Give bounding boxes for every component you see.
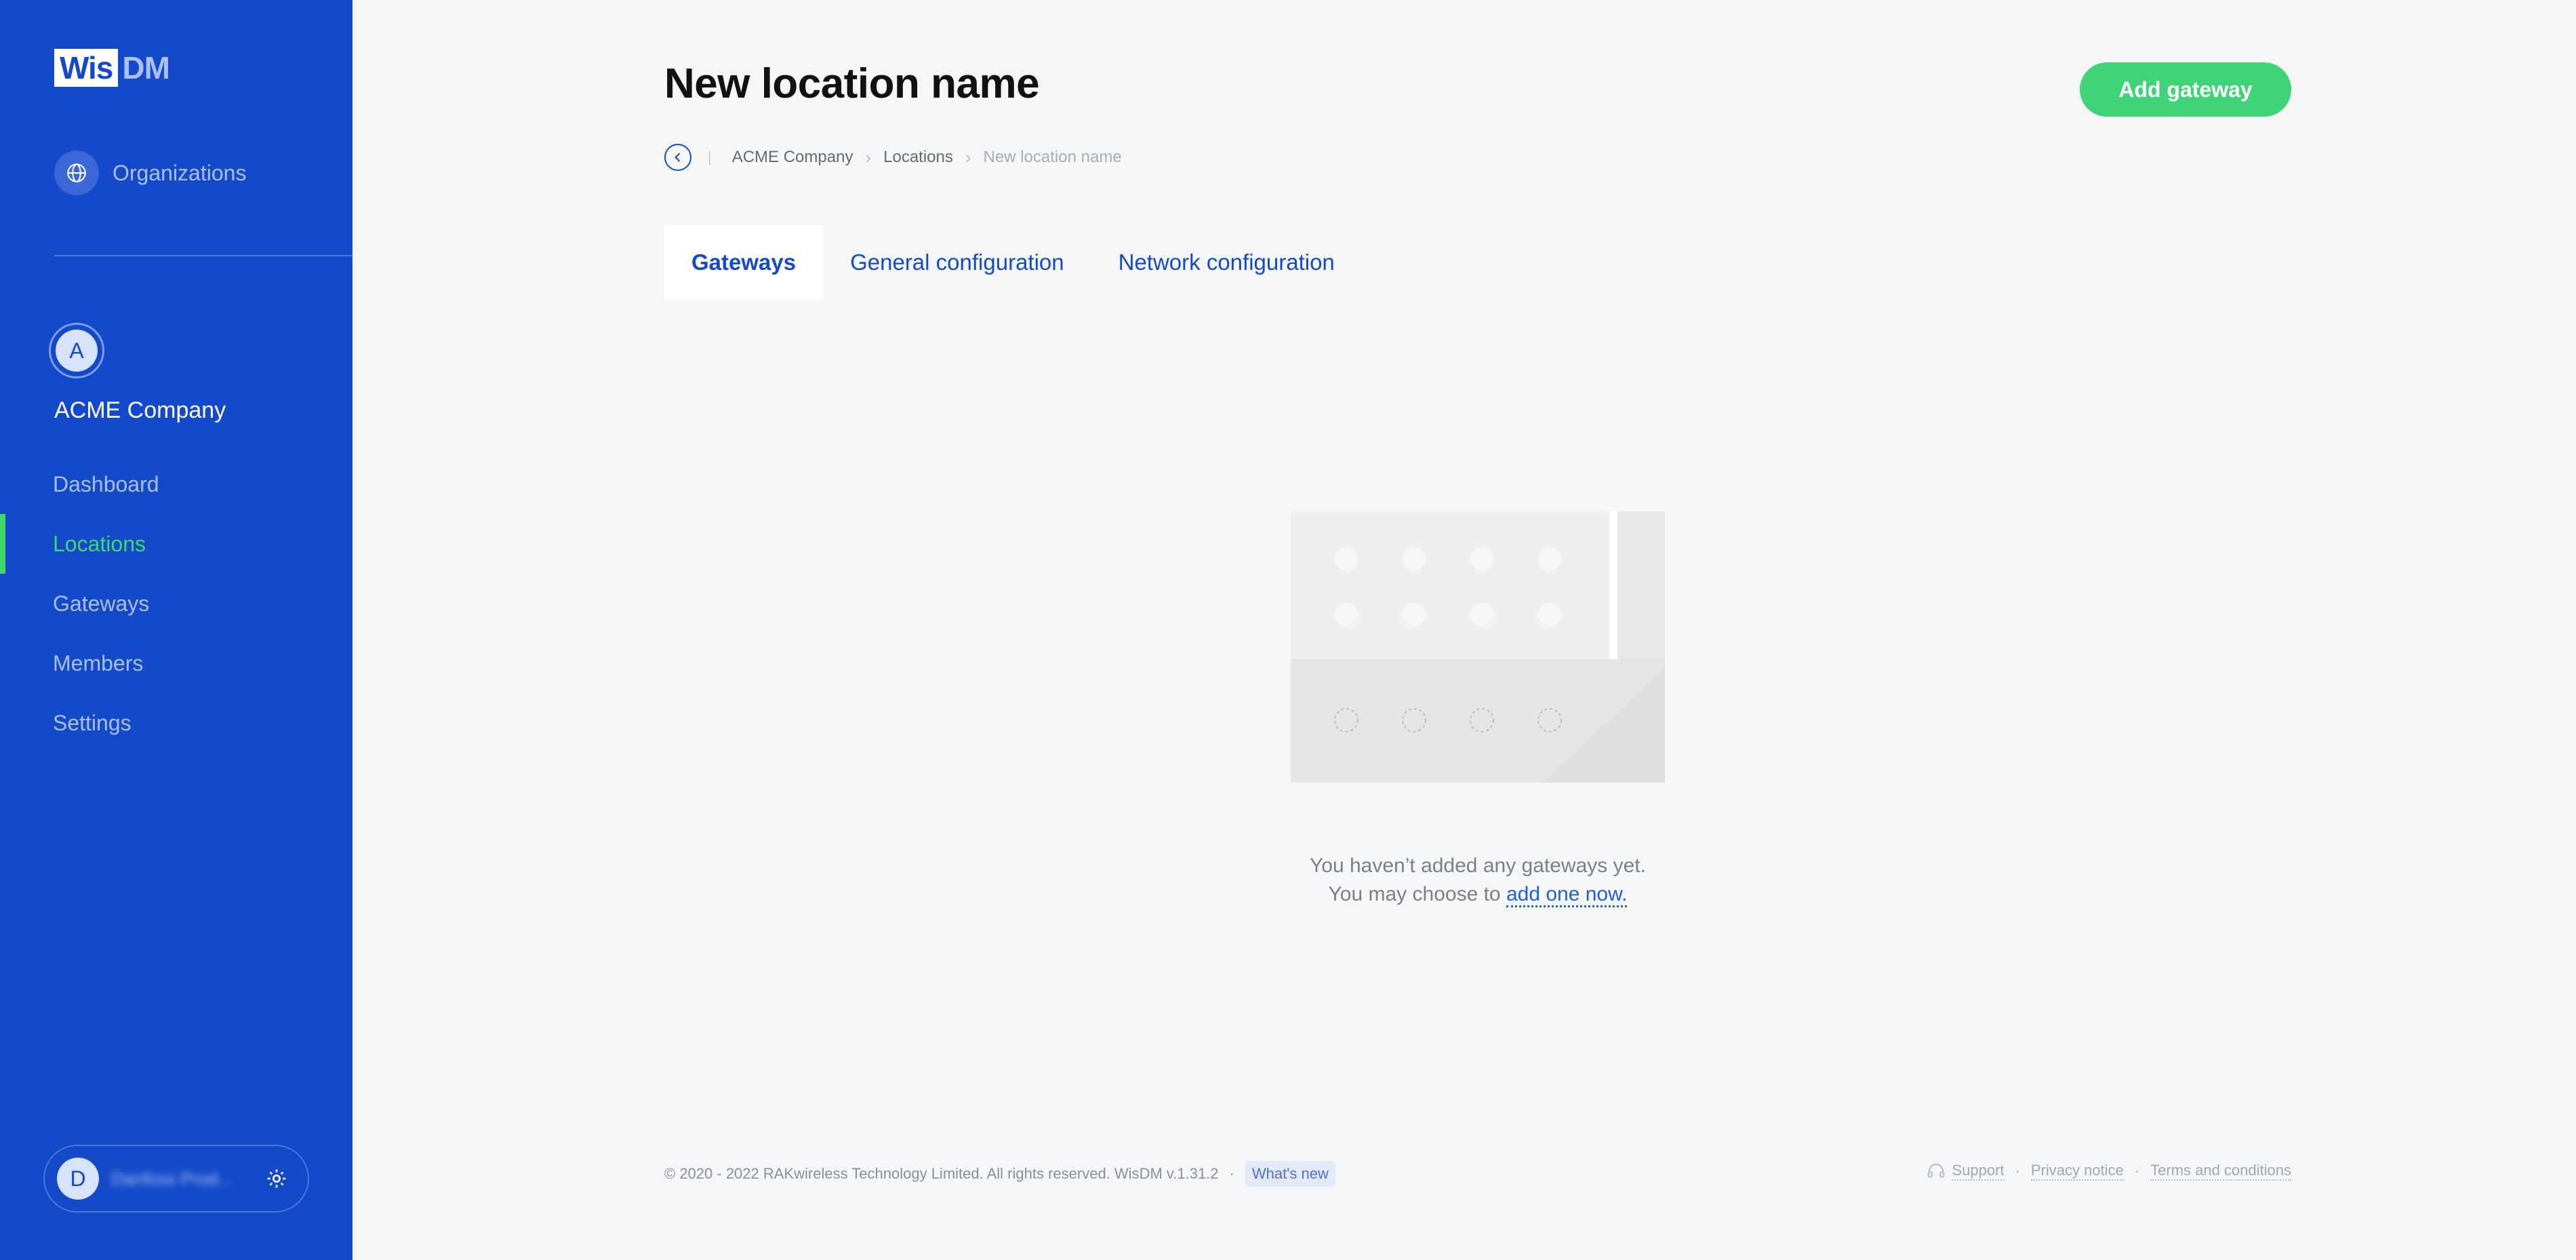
terms-link[interactable]: Terms and conditions <box>2150 1162 2291 1181</box>
footer-copyright: © 2020 - 2022 RAKwireless Technology Lim… <box>664 1165 1219 1182</box>
tab-gateways[interactable]: Gateways <box>664 225 824 300</box>
breadcrumb-separator: | <box>708 149 712 165</box>
support-link[interactable]: Support <box>1952 1162 2005 1181</box>
sidebar-item-dashboard[interactable]: Dashboard <box>0 454 353 514</box>
footer-dot: · <box>2015 1162 2020 1179</box>
logo-wis-text: Wis <box>54 49 119 87</box>
sidebar-item-settings[interactable]: Settings <box>0 693 353 753</box>
gear-icon[interactable] <box>266 1168 287 1189</box>
page-title: New location name <box>664 60 1040 107</box>
location-tabs: Gateways General configuration Network c… <box>664 225 1362 300</box>
tab-general-configuration[interactable]: General configuration <box>823 225 1091 300</box>
empty-state-line2-prefix: You may choose to <box>1328 883 1501 905</box>
whats-new-link[interactable]: What's new <box>1245 1161 1335 1187</box>
breadcrumb-locations[interactable]: Locations <box>883 148 953 167</box>
footer-right: Support · Privacy notice · Terms and con… <box>1926 1161 2291 1181</box>
breadcrumb-current: New location name <box>983 148 1122 166</box>
user-avatar: D <box>57 1158 99 1200</box>
organizations-link[interactable]: Organizations <box>54 151 246 195</box>
globe-icon <box>54 151 99 195</box>
back-button[interactable] <box>664 144 691 171</box>
empty-gateways-illustration <box>1291 511 1665 783</box>
breadcrumb-company[interactable]: ACME Company <box>732 148 853 167</box>
chevron-left-icon <box>675 153 681 162</box>
user-menu[interactable]: D Danfoss Prod... <box>43 1145 309 1213</box>
logo-dm-text: DM <box>122 50 170 85</box>
chevron-right-icon: › <box>865 146 872 168</box>
empty-state-line1: You haven’t added any gateways yet. <box>1310 854 1646 877</box>
privacy-notice-link[interactable]: Privacy notice <box>2030 1162 2124 1181</box>
breadcrumb: | ACME Company › Locations › New locatio… <box>664 144 1122 171</box>
company-avatar: A <box>49 323 104 378</box>
empty-state-message: You haven’t added any gateways yet. You … <box>1085 852 1871 909</box>
chevron-right-icon: › <box>965 146 971 168</box>
sidebar-nav: Dashboard Locations Gateways Members Set… <box>0 454 353 753</box>
footer-dot: · <box>1229 1165 1234 1182</box>
sidebar: Wis DM Organizations A ACME Company Dash… <box>0 0 353 1260</box>
add-gateway-button[interactable]: Add gateway <box>2080 62 2291 117</box>
user-name: Danfoss Prod... <box>111 1168 233 1189</box>
sidebar-item-members[interactable]: Members <box>0 633 353 693</box>
add-one-now-link[interactable]: add one now. <box>1506 883 1628 907</box>
footer-left: © 2020 - 2022 RAKwireless Technology Lim… <box>664 1161 1335 1187</box>
sidebar-item-locations[interactable]: Locations <box>0 514 353 574</box>
headset-icon <box>1928 1164 1945 1178</box>
organizations-label: Organizations <box>113 160 247 185</box>
company-name: ACME Company <box>54 397 226 423</box>
tab-network-configuration[interactable]: Network configuration <box>1091 225 1362 300</box>
wisdm-logo[interactable]: Wis DM <box>54 49 170 87</box>
sidebar-item-gateways[interactable]: Gateways <box>0 574 353 633</box>
company-initial: A <box>56 330 98 372</box>
footer-dot: · <box>2134 1162 2140 1179</box>
empty-state-line2: You may choose to add one now. <box>1085 880 1871 909</box>
sidebar-divider <box>54 255 353 256</box>
